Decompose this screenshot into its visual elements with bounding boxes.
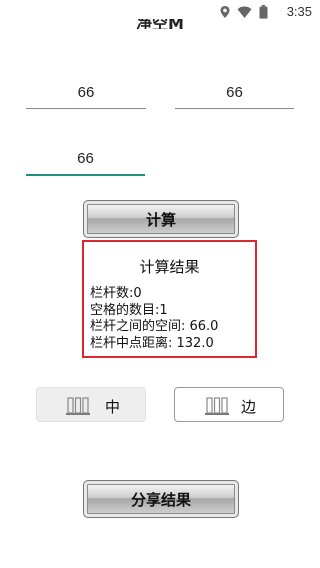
result-panel: 计算结果 栏杆数:0 空格的数目:1 栏杆之间的空间: 66.0 栏杆中点距离:…	[82, 240, 257, 358]
calculate-button[interactable]: 计算	[83, 200, 239, 238]
share-results-button[interactable]: 分享结果	[83, 480, 239, 518]
mode-edge-label: 边	[241, 398, 257, 416]
railing-edge-icon	[205, 397, 229, 415]
input-field-3[interactable]: 66	[26, 148, 145, 176]
railing-center-icon	[66, 397, 90, 415]
status-time: 3:35	[286, 4, 312, 19]
result-line-center-distance: 栏杆中点距离: 132.0	[90, 335, 214, 351]
share-results-button-label: 分享结果	[130, 490, 191, 509]
result-title: 计算结果	[139, 258, 200, 276]
location-icon	[220, 6, 230, 18]
input-field-1[interactable]: 66	[26, 82, 146, 109]
calculate-button-label: 计算	[145, 210, 176, 229]
battery-icon	[259, 5, 268, 19]
input-field-2[interactable]: 66	[175, 82, 294, 109]
result-line-gap-count: 空格的数目:1	[90, 302, 168, 318]
result-line-spacing: 栏杆之间的空间: 66.0	[90, 319, 219, 334]
mode-center-button[interactable]: 中	[36, 387, 146, 422]
wifi-icon	[237, 6, 252, 18]
mode-center-label: 中	[105, 398, 121, 416]
result-lines: 栏杆数:0 空格的数目:1 栏杆之间的空间: 66.0 栏杆中点距离: 132.…	[90, 286, 218, 352]
mode-edge-button[interactable]: 边	[174, 387, 284, 422]
result-line-railing-count: 栏杆数:0	[90, 286, 142, 301]
